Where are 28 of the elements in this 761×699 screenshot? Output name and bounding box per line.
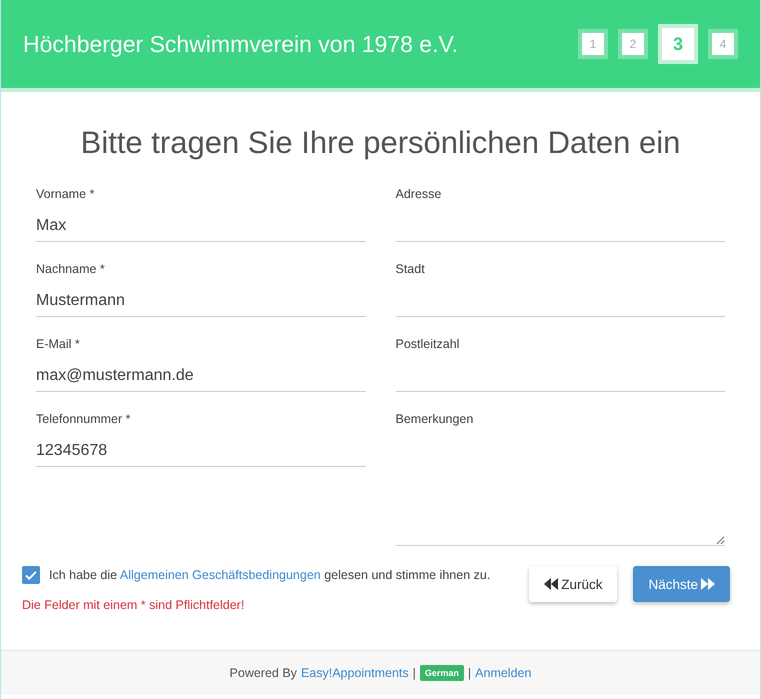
field-label: Bemerkungen [396, 412, 474, 426]
field-label: Stadt [396, 262, 426, 276]
field-label: Postleitzahl [396, 337, 460, 351]
required-note: Die Felder mit einem * sind Pflichtfelder! [22, 598, 246, 612]
input-field[interactable]: 12345678 [36, 436, 366, 467]
separator: | [468, 666, 472, 680]
input-field[interactable]: max@mustermann.de [36, 361, 366, 392]
field-label: Adresse [396, 187, 442, 201]
rewind-icon [544, 578, 558, 590]
input-field[interactable]: Max [36, 211, 366, 242]
field-label: E-Mail * [36, 337, 81, 351]
step-indicator: 1 [578, 29, 608, 59]
step-indicator: 3 [658, 24, 698, 64]
fast-forward-icon [701, 578, 715, 590]
checkbox[interactable] [22, 566, 40, 584]
footer-text: Powered By [230, 666, 297, 680]
step-indicator: 2 [618, 29, 648, 59]
field-label: Nachname * [36, 262, 106, 276]
separator: | [412, 666, 416, 680]
step-indicator: 4 [708, 29, 738, 59]
page-heading: Bitte tragen Sie Ihre persönlichen Daten ein [80, 125, 682, 161]
terms-text: Ich habe die Allgemeinen Geschäftsbedingungen gelesen und stimme ihnen zu. [49, 568, 490, 582]
terms-link[interactable]: Allgemeinen Geschäftsbedingungen [120, 568, 321, 582]
input-field[interactable]: Mustermann [36, 286, 366, 317]
field-label: Telefonnummer * [36, 412, 132, 426]
back-button[interactable]: Zurück [529, 566, 618, 602]
site-title: Höchberger Schwimmverein von 1978 e.V. [23, 30, 458, 58]
field-label: Vorname * [36, 187, 96, 201]
